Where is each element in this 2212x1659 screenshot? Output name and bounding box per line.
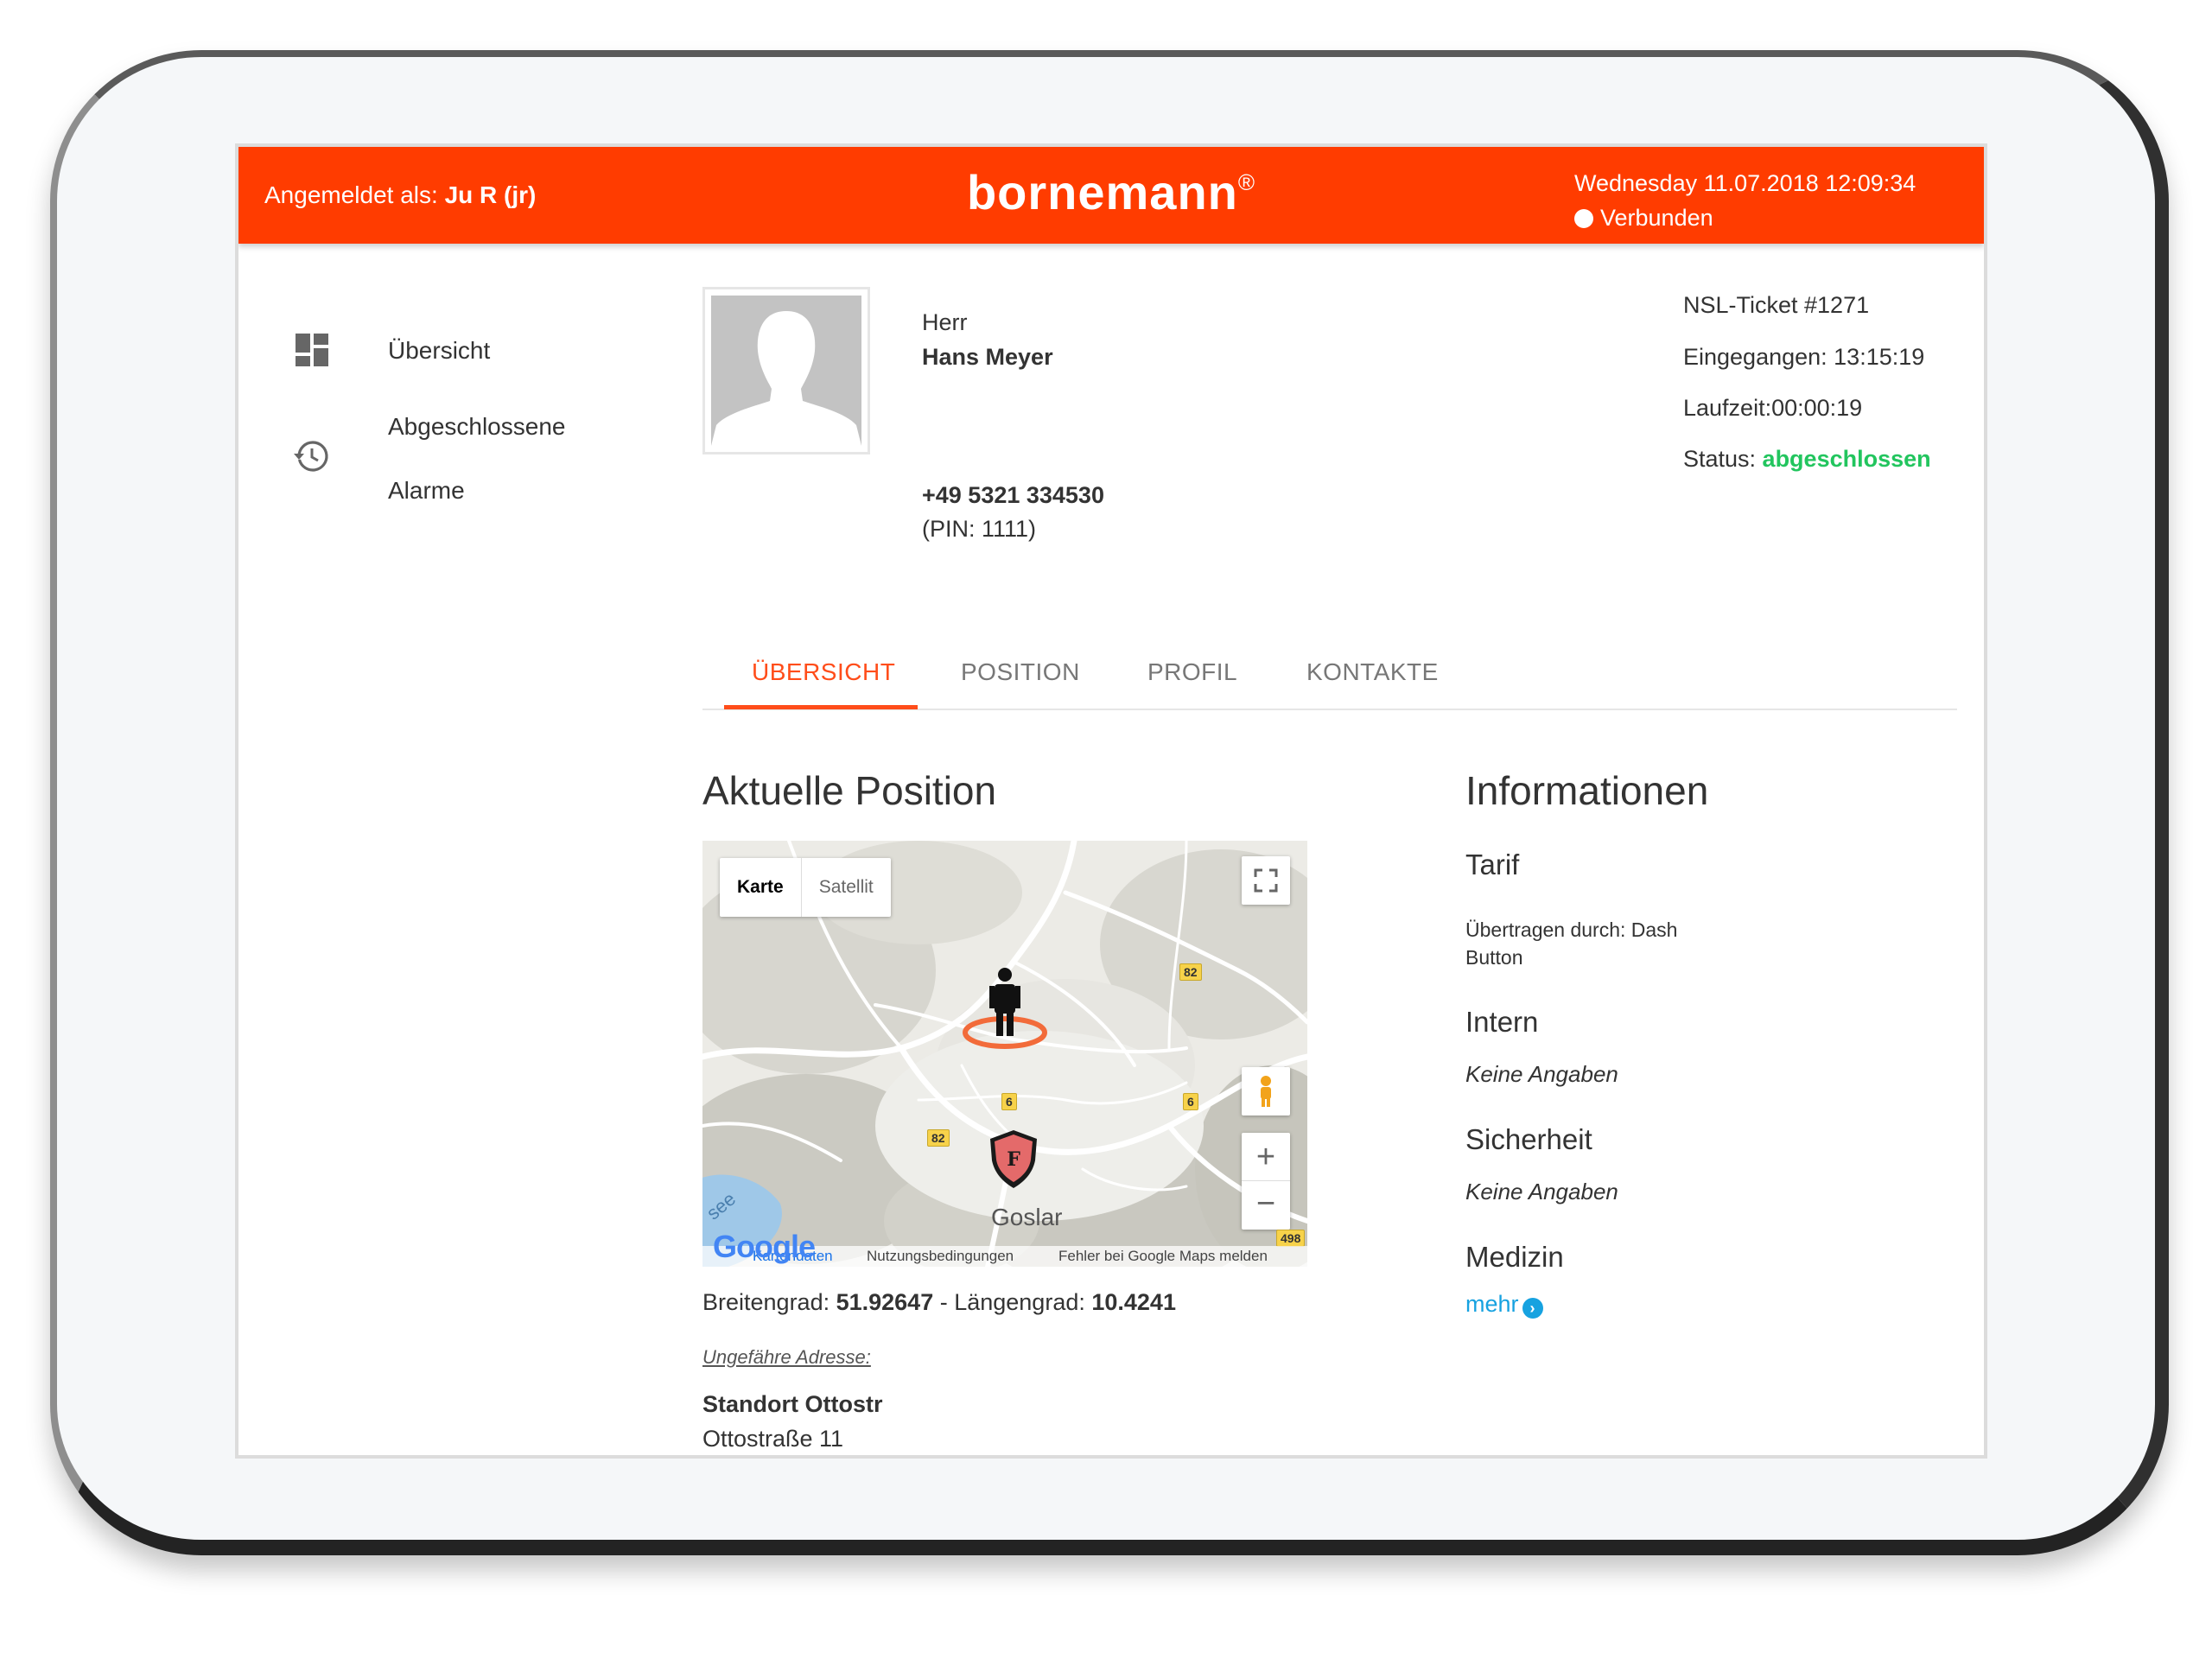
person-name: Hans Meyer (922, 344, 1053, 370)
position-title: Aktuelle Position (702, 768, 997, 813)
svg-text:F: F (1007, 1148, 1020, 1171)
fullscreen-button[interactable] (1242, 856, 1290, 905)
active-tab-indicator (724, 705, 918, 709)
ticket-status: Status: abgeschlossen (1683, 446, 1931, 473)
intern-text: Keine Angaben (1465, 1061, 1618, 1087)
zoom-in-button[interactable]: + (1242, 1133, 1290, 1181)
sidebar-item-label-line1: Abgeschlossene (388, 413, 566, 440)
road-label-6b: 6 (1183, 1093, 1198, 1110)
map-terms-link[interactable]: Nutzungsbedingungen (867, 1246, 1014, 1267)
tarif-text: Übertragen durch: Dash Button (1465, 916, 1677, 971)
sidebar-item-uebersicht[interactable]: Übersicht (388, 337, 490, 365)
tarif-title: Tarif (1465, 849, 1520, 880)
road-label-82: 82 (1179, 963, 1202, 981)
tab-profil[interactable]: PROFIL (1147, 658, 1237, 686)
more-label: mehr (1465, 1291, 1519, 1317)
lng-value: 10.4241 (1091, 1289, 1176, 1315)
lng-label: - Längengrad: (933, 1289, 1092, 1315)
connection-label: Verbunden (1600, 205, 1713, 231)
street-view-button[interactable] (1242, 1067, 1290, 1116)
road-label-498: 498 (1276, 1230, 1306, 1247)
person-phone[interactable]: +49 5321 334530 (922, 482, 1104, 509)
ticket-number: NSL-Ticket #1271 (1683, 292, 1870, 318)
connection-status: Verbunden (1574, 200, 1916, 235)
tarif-text-line1: Übertragen durch: Dash (1465, 918, 1678, 941)
security-title: Sicherheit (1465, 1123, 1592, 1155)
zoom-out-button[interactable]: − (1242, 1181, 1290, 1230)
google-logo: Google (713, 1229, 816, 1264)
logo-registered-mark: ® (1237, 169, 1256, 195)
avatar (702, 287, 870, 454)
pegman-icon (1261, 1076, 1271, 1107)
tarif-text-line2: Button (1465, 946, 1523, 969)
map-view[interactable]: F Karte Satellit + − 82 6 82 6 498 Gosla… (702, 841, 1307, 1267)
map-report-link[interactable]: Fehler bei Google Maps melden (1058, 1246, 1268, 1267)
sidebar-item-label-line2: Alarme (388, 477, 465, 504)
tab-uebersicht[interactable]: ÜBERSICHT (752, 658, 895, 686)
person-pin: (PIN: 1111) (922, 516, 1037, 542)
road-label-6: 6 (1001, 1093, 1017, 1110)
road-label-82b: 82 (927, 1129, 950, 1147)
map-city-label: Goslar (991, 1204, 1063, 1230)
address-street: Ottostraße 11 (702, 1426, 844, 1452)
ticket-runtime: Laufzeit:00:00:19 (1683, 395, 1863, 421)
tab-position[interactable]: POSITION (961, 658, 1080, 686)
arrow-right-circle-icon: › (1522, 1298, 1543, 1319)
connection-dot-icon (1574, 209, 1593, 228)
fullscreen-icon (1254, 868, 1278, 893)
security-text: Keine Angaben (1465, 1179, 1618, 1205)
info-title: Informationen (1465, 768, 1709, 813)
address-name: Standort Ottostr (702, 1391, 883, 1417)
app-screen: Angemeldet als: Ju R (jr) bornemann® Wed… (235, 143, 1987, 1459)
more-link[interactable]: mehr › (1465, 1291, 1543, 1319)
lat-label: Breitengrad: (702, 1289, 836, 1315)
lat-value: 51.92647 (836, 1289, 934, 1315)
coordinates: Breitengrad: 51.92647 - Längengrad: 10.4… (702, 1289, 1176, 1316)
datetime-block: Wednesday 11.07.2018 12:09:34 Verbunden (1574, 166, 1916, 235)
ticket-received: Eingegangen: 13:15:19 (1683, 344, 1925, 370)
history-icon[interactable] (292, 437, 330, 475)
logo-text: bornemann (966, 165, 1238, 219)
current-datetime: Wednesday 11.07.2018 12:09:34 (1574, 170, 1916, 196)
zoom-control: + − (1242, 1133, 1290, 1230)
status-label: Status: (1683, 446, 1763, 472)
tab-kontakte[interactable]: KONTAKTE (1306, 658, 1439, 686)
status-badge: abgeschlossen (1762, 446, 1931, 472)
intern-title: Intern (1465, 1006, 1539, 1038)
map-type-switch: Karte Satellit (720, 858, 891, 917)
dashboard-icon[interactable] (296, 334, 328, 366)
person-silhouette-icon (711, 296, 861, 446)
medicine-title: Medizin (1465, 1241, 1564, 1273)
sidebar-item-closed-alarms[interactable]: Abgeschlossene Alarme (388, 413, 565, 505)
top-bar: Angemeldet als: Ju R (jr) bornemann® Wed… (238, 147, 1984, 244)
map-type-satellite-button[interactable]: Satellit (802, 858, 891, 917)
person-salutation: Herr (922, 309, 968, 335)
map-type-map-button[interactable]: Karte (720, 858, 802, 917)
address-label: Ungefähre Adresse: (702, 1346, 871, 1368)
